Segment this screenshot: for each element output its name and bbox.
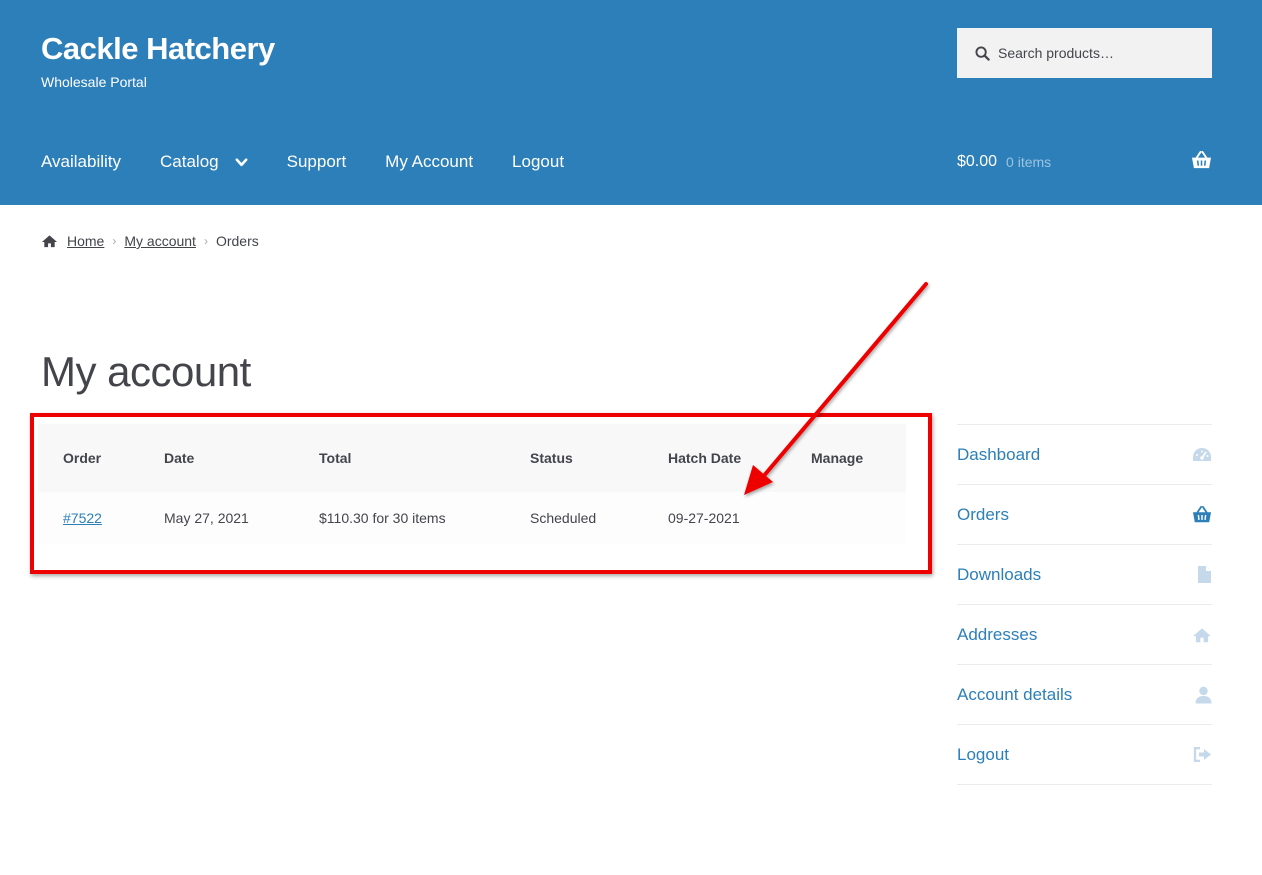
breadcrumb-separator-icon: ›	[203, 234, 208, 248]
nav-item-availability[interactable]: Availability	[41, 152, 121, 172]
order-status-cell: Scheduled	[530, 510, 597, 526]
account-nav-dashboard[interactable]: Dashboard	[957, 425, 1212, 485]
nav-item-label: Availability	[41, 152, 122, 171]
home-icon	[1192, 626, 1212, 644]
nav-item-label: Support	[286, 152, 347, 171]
chevron-down-icon[interactable]	[235, 156, 248, 169]
cart-count: 0 items	[1006, 154, 1052, 170]
column-header-manage: Manage	[811, 450, 864, 466]
breadcrumb-home-link[interactable]: Home	[67, 233, 104, 249]
site-header: Cackle Hatchery Wholesale Portal Availab…	[0, 0, 1262, 205]
basket-icon	[1192, 505, 1212, 524]
nav-item-catalog[interactable]: Catalog	[160, 152, 248, 172]
site-title[interactable]: Cackle Hatchery	[41, 30, 275, 68]
account-nav-orders[interactable]: Orders	[957, 485, 1212, 545]
account-nav-label: Orders	[957, 504, 1009, 524]
nav-item-logout[interactable]: Logout	[512, 152, 564, 172]
basket-icon[interactable]	[1191, 151, 1212, 170]
column-header-order: Order	[63, 450, 102, 466]
nav-item-my-account[interactable]: My Account	[385, 152, 473, 172]
search-icon	[975, 45, 990, 61]
account-nav-logout[interactable]: Logout	[957, 725, 1212, 785]
account-nav-label: Dashboard	[957, 444, 1041, 464]
dashboard-icon	[1192, 446, 1212, 464]
breadcrumb-my-account-link[interactable]: My account	[124, 233, 196, 249]
account-nav-downloads[interactable]: Downloads	[957, 545, 1212, 605]
nav-item-label: Catalog	[160, 152, 219, 171]
breadcrumb-separator-icon: ›	[112, 234, 117, 248]
order-total-cell: $110.30 for 30 items	[319, 510, 446, 526]
cart-amount: $0.00	[957, 153, 998, 170]
account-nav-label: Account details	[957, 684, 1073, 704]
file-icon	[1192, 566, 1212, 584]
account-nav-addresses[interactable]: Addresses	[957, 605, 1212, 665]
order-hatch-date-cell: 09-27-2021	[668, 510, 740, 526]
order-number-link[interactable]: #7522	[63, 510, 102, 526]
column-header-status: Status	[530, 450, 573, 466]
nav-item-support[interactable]: Support	[287, 152, 347, 172]
account-navigation: Dashboard Orders Downloads Addresses Acc…	[957, 424, 1212, 785]
nav-item-label: My Account	[385, 152, 474, 171]
orders-table: Order Date Total Status Hatch Date Manag…	[38, 424, 906, 544]
account-nav-label: Downloads	[957, 564, 1042, 584]
table-row: #7522 May 27, 2021 $110.30 for 30 items …	[38, 492, 906, 544]
account-nav-account-details[interactable]: Account details	[957, 665, 1212, 725]
account-nav-label: Addresses	[957, 624, 1038, 644]
product-search[interactable]	[957, 28, 1212, 78]
column-header-date: Date	[164, 450, 195, 466]
order-number-cell: #7522	[38, 492, 164, 544]
user-icon	[1192, 686, 1212, 704]
orders-table-header-row: Order Date Total Status Hatch Date Manag…	[38, 424, 906, 492]
column-header-total: Total	[319, 450, 352, 466]
breadcrumb: Home › My account › Orders	[41, 233, 259, 249]
primary-nav: Availability Catalog Support My Account …	[41, 150, 603, 174]
site-tagline: Wholesale Portal	[41, 74, 147, 90]
search-input[interactable]	[998, 45, 1198, 61]
header-cart[interactable]: $0.00 0 items	[957, 150, 1212, 174]
home-icon	[41, 235, 58, 248]
nav-item-label: Logout	[512, 152, 565, 171]
sign-out-icon	[1192, 746, 1212, 764]
order-date-cell: May 27, 2021	[164, 510, 249, 526]
column-header-hatch-date: Hatch Date	[668, 450, 742, 466]
breadcrumb-current: Orders	[215, 233, 259, 249]
account-nav-label: Logout	[957, 744, 1009, 764]
site-branding: Cackle Hatchery Wholesale Portal	[41, 30, 275, 90]
page-title: My account	[41, 348, 251, 395]
order-manage-cell	[811, 492, 906, 544]
